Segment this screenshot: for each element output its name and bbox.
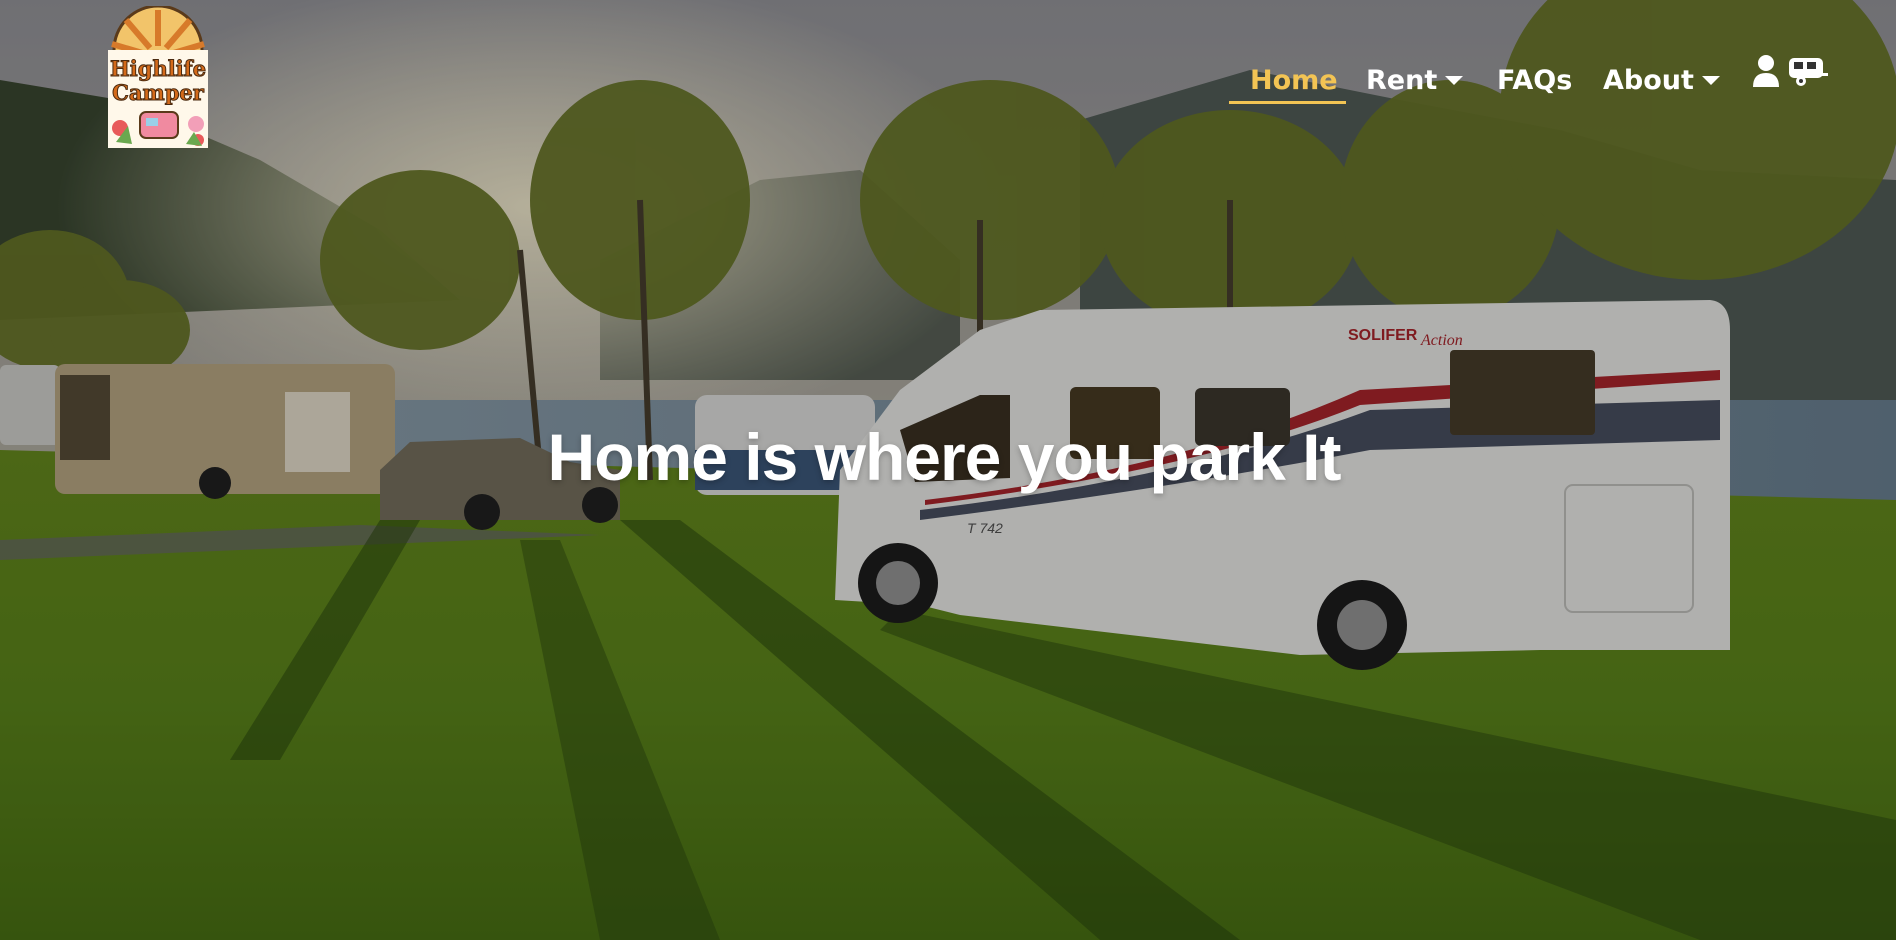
rv-brand-text: SOLIFER: [1348, 327, 1418, 344]
user-icon[interactable]: [1752, 54, 1780, 88]
highlife-camper-logo[interactable]: Highlife Camper: [98, 6, 218, 150]
nav-about-label: About: [1603, 64, 1694, 96]
chevron-down-icon: [1701, 75, 1720, 85]
logo-line2: Camper: [112, 80, 205, 105]
logo-line1: Highlife: [110, 56, 206, 81]
rv-model-text: Action: [1420, 332, 1463, 349]
nav-rent[interactable]: Rent: [1366, 55, 1464, 105]
chevron-down-icon: [1445, 75, 1464, 85]
hero-headline: Home is where you park It: [0, 419, 1896, 495]
nav-faqs-label: FAQs: [1497, 64, 1573, 96]
camper-van-icon[interactable]: [1787, 55, 1829, 87]
nav-about[interactable]: About: [1603, 55, 1720, 105]
nav-active-underline: [1229, 101, 1346, 104]
hero-headline-text: Home is where you park It: [547, 420, 1342, 495]
nav-home[interactable]: Home: [1250, 55, 1338, 105]
rv-plate-text: T 742: [967, 520, 1003, 536]
nav-faqs[interactable]: FAQs: [1497, 55, 1572, 105]
nav-home-label: Home: [1250, 64, 1338, 96]
nav-rent-label: Rent: [1366, 64, 1438, 96]
